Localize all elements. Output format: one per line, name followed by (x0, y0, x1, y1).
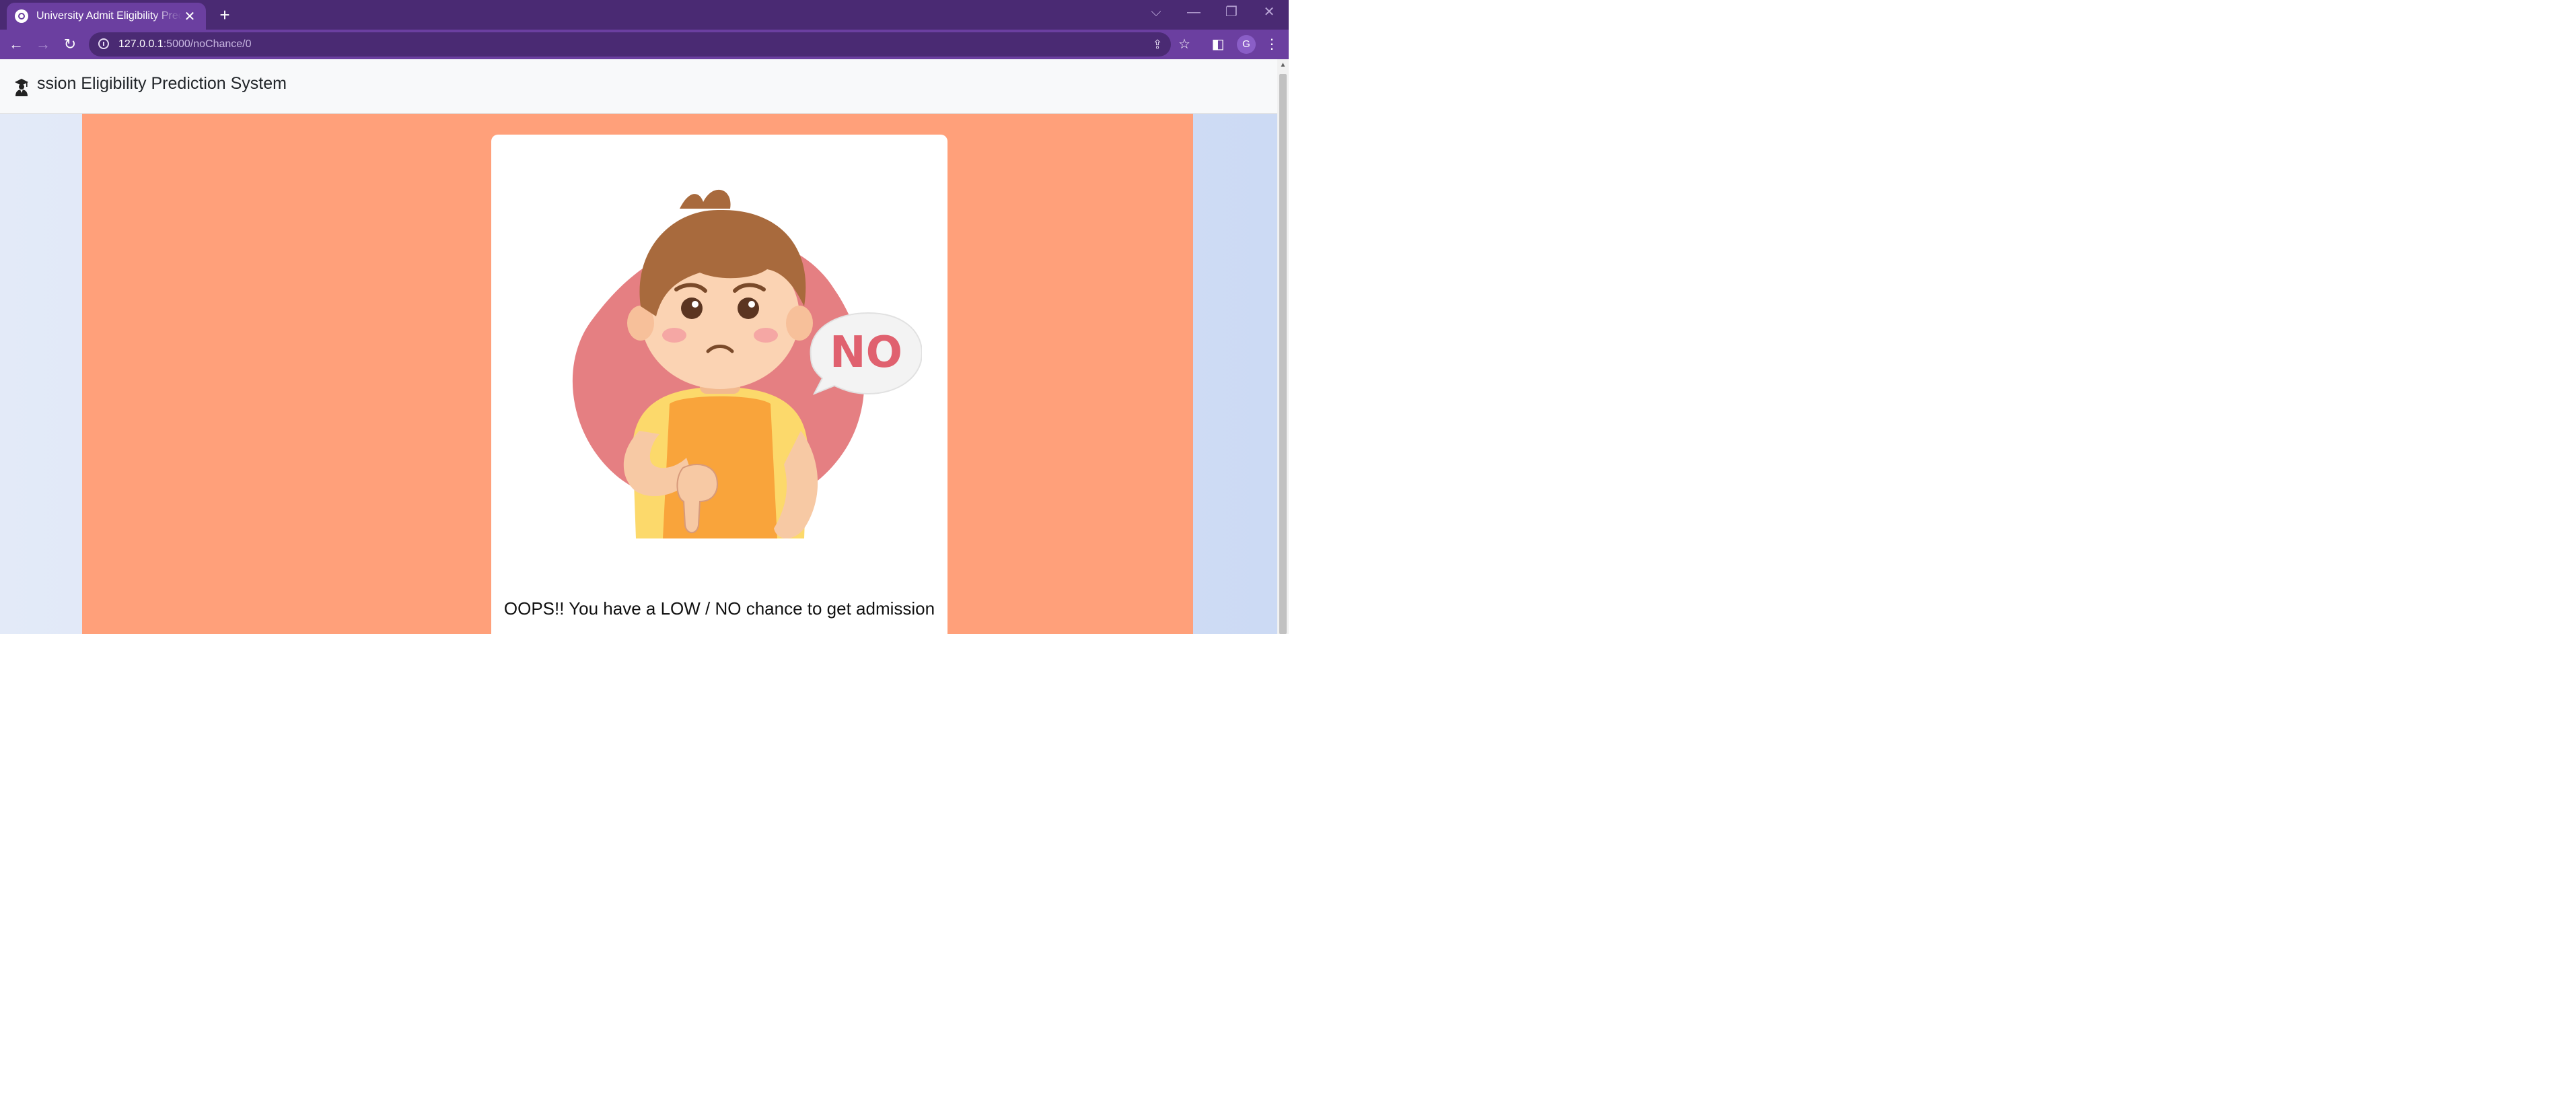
tab-active[interactable]: University Admit Eligibility Prediction … (7, 3, 206, 30)
site-navbar: ssion Eligibility Prediction System (0, 59, 1277, 114)
globe-icon (15, 9, 28, 23)
page-viewport: ssion Eligibility Prediction System NO O… (0, 59, 1277, 634)
url-text[interactable]: 127.0.0.1:5000/noChance/0 (118, 32, 252, 57)
side-panel-icon[interactable]: ◧ (1207, 34, 1229, 55)
tab-search-icon[interactable]: ⌵ (1137, 0, 1175, 24)
tab-close-icon[interactable]: ✕ (182, 8, 198, 25)
site-info-icon[interactable] (98, 38, 109, 49)
result-section: NO OOPS!! You have a LOW / NO chance to … (82, 114, 1193, 634)
url-host: 127.0.0.1 (118, 38, 164, 50)
no-bubble-text: NO (830, 328, 902, 378)
scroll-up-arrow-icon[interactable]: ▲ (1277, 59, 1289, 71)
new-tab-button[interactable]: + (214, 4, 236, 26)
result-message: OOPS!! You have a LOW / NO chance to get… (503, 598, 935, 619)
close-window-button[interactable]: ✕ (1250, 0, 1288, 24)
page-scrollbar[interactable]: ▲ (1277, 59, 1289, 634)
address-bar[interactable]: 127.0.0.1:5000/noChance/0 ⇪ (89, 32, 1171, 57)
bookmark-star-icon[interactable]: ☆ (1174, 34, 1195, 55)
back-button[interactable]: ← (5, 34, 27, 55)
url-path: :5000/noChance/0 (163, 38, 252, 50)
share-icon[interactable]: ⇪ (1148, 35, 1167, 54)
browser-toolbar: ← → ↻ 127.0.0.1:5000/noChance/0 ⇪ ☆ ◧ G … (0, 30, 1289, 59)
graduate-icon[interactable] (13, 78, 30, 97)
sad-boy-no-illustration: NO (572, 189, 922, 538)
navbar-brand[interactable]: ssion Eligibility Prediction System (37, 59, 287, 108)
tab-strip: University Admit Eligibility Prediction … (0, 0, 1289, 30)
tab-title: University Admit Eligibility Prediction … (36, 10, 182, 22)
browser-window: University Admit Eligibility Prediction … (0, 0, 1289, 634)
profile-avatar[interactable]: G (1237, 35, 1256, 54)
result-card: NO OOPS!! You have a LOW / NO chance to … (491, 135, 947, 634)
browser-menu-icon[interactable]: ⋮ (1261, 34, 1283, 55)
scrollbar-thumb[interactable] (1279, 74, 1287, 634)
reload-button[interactable]: ↻ (59, 34, 81, 55)
forward-button[interactable]: → (32, 34, 54, 55)
minimize-button[interactable]: — (1175, 0, 1213, 24)
restore-button[interactable]: ❐ (1213, 0, 1250, 24)
